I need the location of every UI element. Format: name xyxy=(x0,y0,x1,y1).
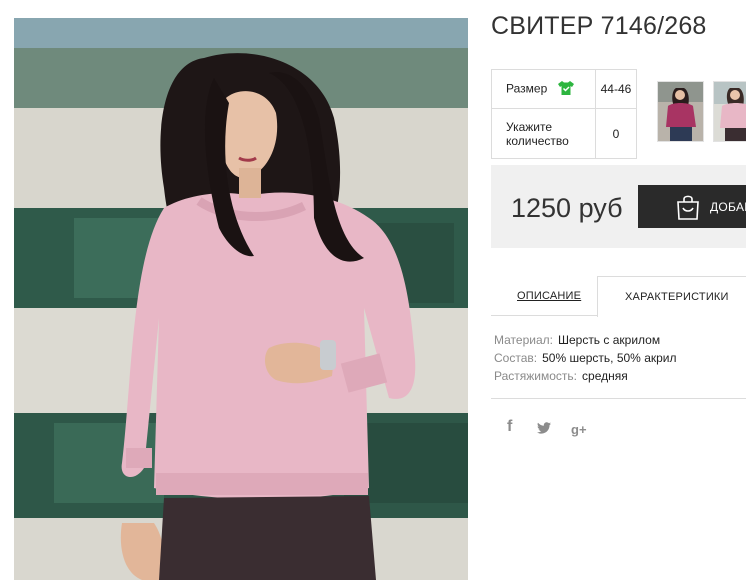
add-to-cart-label: ДОБАВИТЬ В КОРЗИНУ xyxy=(710,200,746,214)
thumbnail-2[interactable] xyxy=(713,81,746,142)
product-price: 1250 руб xyxy=(511,193,623,223)
options-table: Размер 44-46 Укажите количество 0 xyxy=(491,69,638,159)
size-label: Размер xyxy=(506,81,548,96)
tab-description[interactable]: ОПИСАНИЕ xyxy=(517,276,581,316)
quantity-label-line2: количество xyxy=(506,133,569,148)
quantity-label-line1: Укажите xyxy=(506,119,553,134)
spec-row: Материал: Шерсть с акрилом xyxy=(494,331,677,349)
facebook-icon[interactable]: f xyxy=(507,418,512,436)
spec-value: средняя xyxy=(582,369,628,383)
twitter-icon[interactable] xyxy=(537,421,551,439)
thumbnail-1[interactable] xyxy=(657,81,704,142)
shopping-bag-icon xyxy=(676,194,700,223)
size-cell: Размер xyxy=(491,69,596,109)
spec-key: Растяжимость: xyxy=(494,369,578,383)
size-value[interactable]: 44-46 xyxy=(594,69,638,109)
google-plus-icon[interactable]: g+ xyxy=(571,422,587,437)
product-photo[interactable] xyxy=(14,18,468,580)
product-title: СВИТЕР 7146/268 xyxy=(491,12,707,40)
quantity-cell: Укажите количество xyxy=(491,108,596,159)
quantity-input[interactable]: 0 xyxy=(594,108,638,159)
spec-value: 50% шерсть, 50% акрил xyxy=(542,351,677,365)
spec-value: Шерсть с акрилом xyxy=(557,333,661,347)
product-tabs: ОПИСАНИЕ ХАРАКТЕРИСТИКИ xyxy=(491,276,746,317)
spec-key: Материал: xyxy=(494,333,553,347)
spec-key: Состав: xyxy=(494,351,538,365)
price-box: 1250 руб ДОБАВИТЬ В КОРЗИНУ xyxy=(491,165,746,248)
shirt-icon[interactable] xyxy=(557,80,574,98)
add-to-cart-button[interactable]: ДОБАВИТЬ В КОРЗИНУ xyxy=(638,185,746,228)
divider xyxy=(491,398,746,399)
spec-row: Состав: 50% шерсть, 50% акрил xyxy=(494,349,677,367)
spec-row: Растяжимость: средняя xyxy=(494,367,677,385)
characteristics-list: Материал: Шерсть с акрилом Состав: 50% шер… xyxy=(494,331,677,385)
tab-characteristics[interactable]: ХАРАКТЕРИСТИКИ xyxy=(597,276,746,317)
